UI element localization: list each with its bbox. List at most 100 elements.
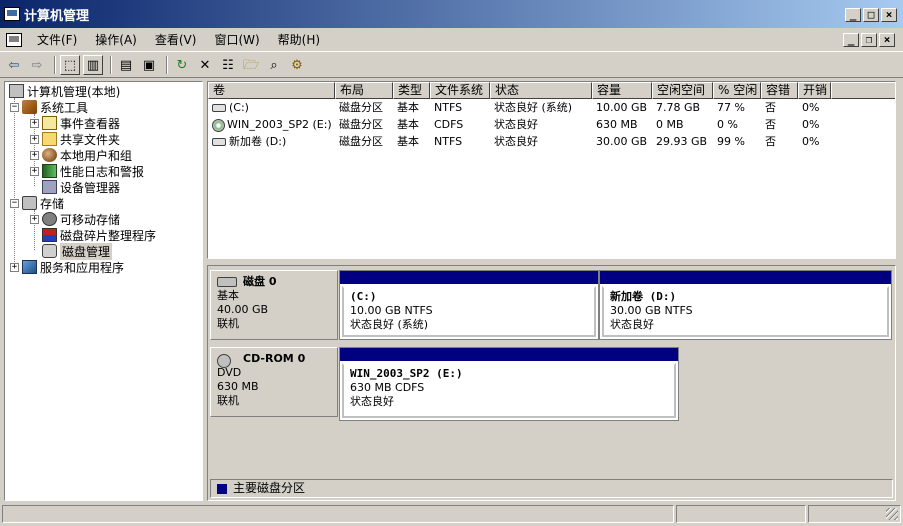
column-header-percent-free[interactable]: % 空闲 bbox=[713, 82, 761, 99]
collapse-icon[interactable]: − bbox=[10, 198, 19, 208]
up-folder-icon[interactable]: ⬚ bbox=[60, 55, 80, 75]
tree-item-shared-folders[interactable]: + 共享文件夹 bbox=[30, 131, 120, 147]
menu-action[interactable]: 操作(A) bbox=[86, 31, 146, 48]
expand-icon[interactable]: + bbox=[30, 214, 39, 224]
tree-item-event-viewer[interactable]: + 事件查看器 bbox=[30, 115, 120, 131]
menu-help[interactable]: 帮助(H) bbox=[269, 31, 329, 48]
table-row[interactable]: 新加卷 (D:) bbox=[208, 133, 335, 150]
partition-d[interactable]: 新加卷 (D:) 30.00 GB NTFS 状态良好 bbox=[599, 270, 892, 340]
cell-type: 基本 bbox=[397, 118, 419, 131]
expand-icon[interactable]: + bbox=[30, 134, 39, 144]
partition-bar bbox=[340, 348, 678, 361]
computer-icon bbox=[9, 84, 24, 98]
tree-item-label: 事件查看器 bbox=[60, 116, 121, 131]
window-title: 计算机管理 bbox=[24, 8, 90, 24]
cdrom-0-label[interactable]: CD-ROM 0 DVD 630 MB 联机 bbox=[210, 347, 338, 417]
tree-item-storage[interactable]: − 存储 bbox=[10, 195, 64, 211]
expand-icon[interactable]: + bbox=[30, 150, 39, 160]
partition-c[interactable]: (C:) 10.00 GB NTFS 状态良好 (系统) bbox=[339, 270, 599, 340]
legend-swatch bbox=[217, 483, 227, 494]
find-icon[interactable]: ⌕ bbox=[264, 55, 284, 75]
tree-item-device-manager[interactable]: 设备管理器 bbox=[42, 179, 120, 195]
volume-list[interactable]: 卷 布局 类型 文件系统 状态 容量 空闲空间 % 空闲 容错 开销 (C:) … bbox=[207, 81, 896, 259]
child-close-button[interactable]: × bbox=[879, 33, 895, 47]
cell-layout: 磁盘分区 bbox=[339, 135, 383, 148]
expand-icon[interactable]: + bbox=[30, 118, 39, 128]
partition-info: 630 MB CDFS bbox=[350, 381, 425, 394]
minimize-button[interactable]: _ bbox=[845, 8, 861, 22]
tools-icon bbox=[22, 100, 37, 114]
resize-grip-icon[interactable] bbox=[886, 508, 898, 520]
close-button[interactable]: × bbox=[881, 8, 897, 22]
tree-item-local-users[interactable]: + 本地用户和组 bbox=[30, 147, 132, 163]
hard-drive-icon bbox=[212, 138, 226, 146]
cell-volume: 新加卷 (D:) bbox=[229, 135, 287, 148]
disk-0-label[interactable]: 磁盘 0 基本 40.00 GB 联机 bbox=[210, 270, 338, 340]
partition-name: WIN_2003_SP2 (E:) bbox=[350, 367, 463, 380]
disk-type: 基本 bbox=[217, 289, 239, 302]
disk-graphical-view[interactable]: 磁盘 0 基本 40.00 GB 联机 (C:) 10.00 GB NTFS 状… bbox=[207, 265, 896, 501]
disk-properties-icon[interactable]: ☷ bbox=[218, 55, 238, 75]
column-header-status[interactable]: 状态 bbox=[490, 82, 592, 99]
cell-overhead: 0% bbox=[802, 101, 820, 114]
delete-icon[interactable]: ✕ bbox=[195, 55, 215, 75]
menu-view[interactable]: 查看(V) bbox=[146, 31, 206, 48]
partition-name: (C:) bbox=[350, 290, 377, 303]
cd-drive-icon bbox=[217, 354, 231, 368]
column-header-layout[interactable]: 布局 bbox=[335, 82, 393, 99]
expand-icon[interactable]: + bbox=[10, 262, 19, 272]
forward-arrow-icon[interactable]: ⇨ bbox=[27, 55, 47, 75]
column-header-filler bbox=[831, 82, 895, 99]
title-bar[interactable]: 计算机管理 _ □ × bbox=[0, 0, 903, 28]
status-panel-main bbox=[2, 505, 674, 523]
cell-filesystem: NTFS bbox=[434, 135, 463, 148]
event-viewer-icon bbox=[42, 116, 57, 130]
tree-root[interactable]: 计算机管理(本地) bbox=[9, 83, 120, 99]
tree-item-perf-logs[interactable]: + 性能日志和警报 bbox=[30, 163, 144, 179]
expand-icon[interactable]: + bbox=[30, 166, 39, 176]
back-arrow-icon[interactable]: ⇦ bbox=[4, 55, 24, 75]
hard-disk-icon bbox=[217, 277, 237, 287]
mmc-console-icon[interactable] bbox=[6, 32, 22, 47]
column-header-fault-tolerance[interactable]: 容错 bbox=[761, 82, 798, 99]
column-header-capacity[interactable]: 容量 bbox=[592, 82, 652, 99]
storage-icon bbox=[22, 196, 37, 210]
collapse-icon[interactable]: − bbox=[10, 102, 19, 112]
table-row[interactable]: (C:) bbox=[208, 99, 335, 116]
partition-e[interactable]: WIN_2003_SP2 (E:) 630 MB CDFS 状态良好 bbox=[339, 347, 679, 421]
child-restore-button[interactable]: ❐ bbox=[861, 33, 877, 47]
status-panel-2 bbox=[676, 505, 806, 523]
tree-item-system-tools[interactable]: − 系统工具 bbox=[10, 99, 88, 115]
help-icon[interactable]: ▣ bbox=[139, 55, 159, 75]
table-row[interactable]: WIN_2003_SP2 (E:) bbox=[208, 116, 335, 133]
column-header-free-space[interactable]: 空闲空间 bbox=[652, 82, 713, 99]
tree-item-services[interactable]: + 服务和应用程序 bbox=[10, 259, 124, 275]
partition-bar bbox=[340, 271, 598, 284]
console-tree[interactable]: 计算机管理(本地) − 系统工具 + 事件查看器 + 共享文件夹 + 本地用户和… bbox=[4, 81, 203, 501]
tree-item-label: 可移动存储 bbox=[60, 212, 121, 227]
properties-icon[interactable]: ▤ bbox=[116, 55, 136, 75]
column-header-overhead[interactable]: 开销 bbox=[798, 82, 831, 99]
open-folder-icon[interactable]: 🗁 bbox=[241, 55, 261, 75]
tree-item-removable-storage[interactable]: + 可移动存储 bbox=[30, 211, 120, 227]
tree-item-defrag[interactable]: 磁盘碎片整理程序 bbox=[42, 227, 156, 243]
column-header-type[interactable]: 类型 bbox=[393, 82, 430, 99]
maximize-button[interactable]: □ bbox=[863, 8, 879, 22]
tree-item-disk-management[interactable]: 磁盘管理 bbox=[42, 242, 113, 260]
show-hide-tree-icon[interactable]: ▥ bbox=[83, 55, 103, 75]
cell-fault-tolerance: 否 bbox=[765, 118, 776, 131]
disk-name: 磁盘 0 bbox=[243, 275, 277, 288]
refresh-icon[interactable]: ↻ bbox=[172, 55, 192, 75]
column-header-filesystem[interactable]: 文件系统 bbox=[430, 82, 490, 99]
cell-overhead: 0% bbox=[802, 135, 820, 148]
settings-icon[interactable]: ⚙ bbox=[287, 55, 307, 75]
menu-window[interactable]: 窗口(W) bbox=[205, 31, 268, 48]
menu-file[interactable]: 文件(F) bbox=[28, 31, 86, 48]
column-header-volume[interactable]: 卷 bbox=[208, 82, 335, 99]
partition-status: 状态良好 bbox=[350, 395, 394, 408]
disk-name: CD-ROM 0 bbox=[243, 352, 306, 365]
child-minimize-button[interactable]: _ bbox=[843, 33, 859, 47]
toolbar-separator bbox=[166, 56, 168, 74]
cell-free-space: 0 MB bbox=[656, 118, 684, 131]
cell-filesystem: NTFS bbox=[434, 101, 463, 114]
